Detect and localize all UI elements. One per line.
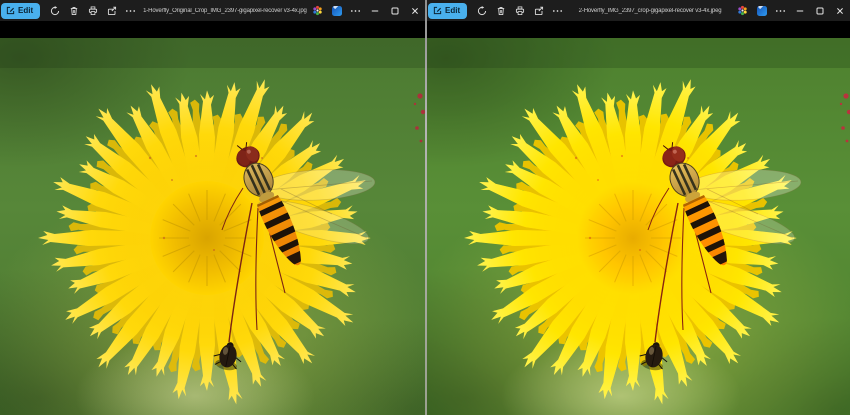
printer-icon: [88, 6, 98, 16]
titlebar: Edit: [427, 0, 850, 21]
color-wheel-icon: [737, 5, 748, 16]
designer-button[interactable]: [752, 2, 771, 20]
minimize-button[interactable]: [365, 2, 385, 20]
share-icon: [534, 6, 544, 16]
hoverfly-flower-photo: [427, 38, 850, 415]
share-button[interactable]: [529, 2, 548, 20]
share-icon: [107, 6, 117, 16]
rotate-button[interactable]: [472, 2, 491, 20]
minimize-icon: [795, 6, 805, 16]
trash-icon: [496, 6, 506, 16]
maximize-icon: [815, 6, 825, 16]
see-more-button[interactable]: [121, 2, 140, 20]
ellipsis-icon: [350, 6, 361, 16]
see-more-right-button[interactable]: [346, 2, 365, 20]
photos-window-left: Edit: [0, 0, 425, 415]
printer-icon: [515, 6, 525, 16]
rotate-icon: [477, 6, 487, 16]
close-button[interactable]: [405, 2, 425, 20]
photo-viewport[interactable]: [427, 21, 850, 415]
close-icon: [835, 6, 845, 16]
delete-button[interactable]: [491, 2, 510, 20]
ellipsis-icon: [125, 6, 136, 16]
edit-button-label: Edit: [18, 6, 33, 15]
window-controls: [790, 2, 850, 20]
color-profile-button[interactable]: [733, 2, 752, 20]
maximize-button[interactable]: [810, 2, 830, 20]
minimize-icon: [370, 6, 380, 16]
share-button[interactable]: [102, 2, 121, 20]
close-button[interactable]: [830, 2, 850, 20]
edit-pencil-icon: [6, 6, 15, 15]
filename: 1-Hoverfly_Original_Crop_IMG_2397-gigapi…: [140, 8, 308, 14]
edit-button[interactable]: Edit: [1, 3, 40, 19]
edit-button-label: Edit: [445, 6, 460, 15]
window-controls: [365, 2, 425, 20]
designer-icon: [757, 6, 767, 16]
edit-pencil-icon: [433, 6, 442, 15]
photos-window-right: Edit: [427, 0, 850, 415]
color-profile-button[interactable]: [308, 2, 327, 20]
ellipsis-icon: [775, 6, 786, 16]
see-more-button[interactable]: [548, 2, 567, 20]
color-wheel-icon: [312, 5, 323, 16]
photo-viewport[interactable]: [0, 21, 425, 415]
trash-icon: [69, 6, 79, 16]
see-more-right-button[interactable]: [771, 2, 790, 20]
maximize-icon: [390, 6, 400, 16]
delete-button[interactable]: [64, 2, 83, 20]
edit-button[interactable]: Edit: [428, 3, 467, 19]
designer-icon: [332, 6, 342, 16]
titlebar: Edit: [0, 0, 425, 21]
close-icon: [410, 6, 420, 16]
maximize-button[interactable]: [385, 2, 405, 20]
rotate-icon: [50, 6, 60, 16]
filename: 2-Hoverfly_IMG_2397_crop-gigapixel-recov…: [567, 8, 733, 14]
photos-app-comparison: Edit: [0, 0, 850, 415]
print-button[interactable]: [510, 2, 529, 20]
minimize-button[interactable]: [790, 2, 810, 20]
print-button[interactable]: [83, 2, 102, 20]
designer-button[interactable]: [327, 2, 346, 20]
hoverfly-flower-photo: [0, 38, 425, 415]
ellipsis-icon: [552, 6, 563, 16]
rotate-button[interactable]: [45, 2, 64, 20]
